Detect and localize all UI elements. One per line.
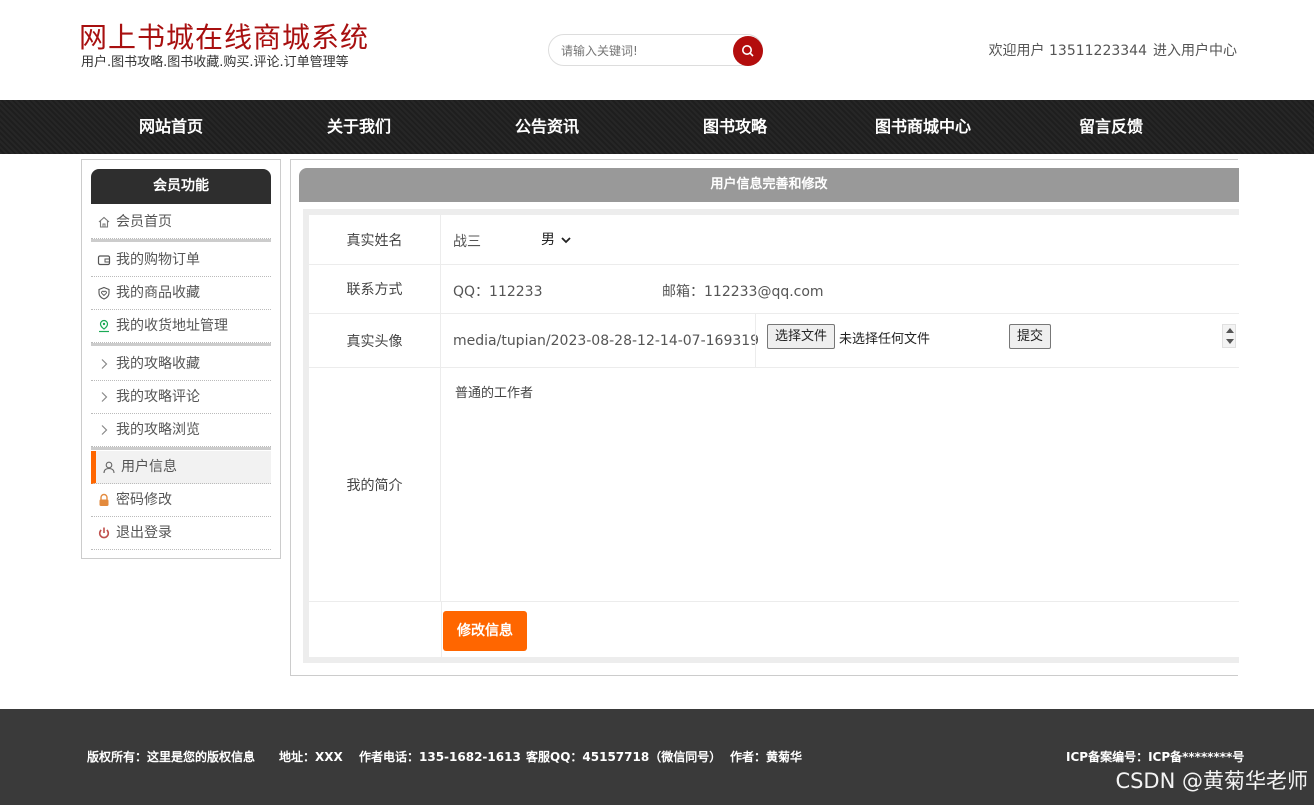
footer-qq: 客服QQ：45157718（微信同号） <box>526 750 722 764</box>
cell-divider <box>441 602 442 657</box>
welcome-text: 欢迎用户 13511223344 <box>988 43 1147 59</box>
site-subtitle: 用户.图书攻略.图书收藏.购买.评论.订单管理等 <box>81 55 349 70</box>
bio-textarea[interactable]: 普通的工作者 <box>455 382 533 401</box>
nav-feedback[interactable]: 留言反馈 <box>1017 100 1205 154</box>
real-name-label: 真实姓名 <box>309 215 441 264</box>
form-title: 用户信息完善和修改 <box>299 168 1239 202</box>
footer-phone: 作者电话：135-1682-1613 <box>359 750 521 764</box>
user-center-link[interactable]: 进入用户中心 <box>1153 43 1237 59</box>
form-body: 真实姓名 战三 男 联系方式 QQ：112233 邮箱：112233@qq.co… <box>309 215 1239 657</box>
bio-label: 我的简介 <box>309 368 441 601</box>
sidebar-item-guide-history[interactable]: 我的攻略浏览 <box>91 414 271 447</box>
spinner-control[interactable] <box>1222 324 1236 348</box>
contact-label: 联系方式 <box>309 265 441 313</box>
shield-heart-icon <box>98 286 110 300</box>
row-contact: 联系方式 QQ：112233 邮箱：112233@qq.com <box>309 265 1239 314</box>
sidebar-item-member-home[interactable]: 会员首页 <box>91 206 271 239</box>
sidebar-divider <box>91 447 271 450</box>
sidebar-item-label: 我的攻略收藏 <box>116 356 200 372</box>
user-icon <box>103 461 115 474</box>
cell-divider <box>755 314 756 367</box>
nav-guides[interactable]: 图书攻略 <box>641 100 829 154</box>
sidebar-item-label: 我的攻略浏览 <box>116 422 200 438</box>
sidebar-title: 会员功能 <box>91 169 271 204</box>
sidebar-item-orders[interactable]: 我的购物订单 <box>91 244 271 277</box>
save-info-button[interactable]: 修改信息 <box>443 611 527 651</box>
power-icon <box>98 527 110 539</box>
sidebar-item-label: 密码修改 <box>116 492 172 508</box>
chevron-right-icon <box>101 392 108 402</box>
upload-submit-button[interactable]: 提交 <box>1009 324 1052 349</box>
site-header: 网上书城在线商城系统 用户.图书攻略.图书收藏.购买.评论.订单管理等 欢迎用户… <box>0 0 1314 100</box>
sidebar-item-address[interactable]: 我的收货地址管理 <box>91 310 271 343</box>
row-avatar: 真实头像 media/tupian/2023-08-28-12-14-07-16… <box>309 314 1239 368</box>
sidebar-item-guide-favorites[interactable]: 我的攻略收藏 <box>91 348 271 381</box>
nav-about[interactable]: 关于我们 <box>265 100 453 154</box>
gender-value: 男 <box>541 232 555 248</box>
chevron-down-icon <box>561 237 572 244</box>
lock-icon <box>99 493 109 506</box>
sidebar-item-label: 会员首页 <box>116 214 172 230</box>
nav-shop[interactable]: 图书商城中心 <box>829 100 1017 154</box>
sidebar-item-label: 我的购物订单 <box>116 252 200 268</box>
spin-up-icon <box>1226 328 1234 333</box>
sidebar-item-label: 我的攻略评论 <box>116 389 200 405</box>
sidebar-item-label: 我的收货地址管理 <box>116 318 228 334</box>
footer-address: 地址：XXX <box>279 750 343 764</box>
search-icon <box>742 45 754 57</box>
avatar-label: 真实头像 <box>309 314 441 367</box>
no-file-text: 未选择任何文件 <box>839 332 931 347</box>
sidebar-item-user-info[interactable]: 用户信息 <box>91 451 271 484</box>
site-footer: 版权所有：这里是您的版权信息 地址：XXX 作者电话：135-1682-1613… <box>0 709 1314 805</box>
csdn-watermark: CSDN @黄菊华老师 <box>1115 769 1308 793</box>
footer-icp: ICP备案编号：ICP备********号 <box>1066 750 1245 764</box>
search-button[interactable] <box>733 36 763 66</box>
sidebar-divider <box>91 239 271 242</box>
avatar-path-field[interactable]: media/tupian/2023-08-28-12-14-07-169319 <box>453 333 759 349</box>
qq-field[interactable]: QQ：112233 <box>453 281 542 301</box>
chevron-right-icon <box>101 425 108 435</box>
welcome-area: 欢迎用户 13511223344 进入用户中心 <box>983 42 1237 60</box>
main-nav: 网站首页 关于我们 公告资讯 图书攻略 图书商城中心 留言反馈 <box>0 100 1314 154</box>
search-input[interactable] <box>561 42 721 60</box>
footer-copyright: 版权所有：这里是您的版权信息 <box>87 750 256 764</box>
wallet-icon <box>97 255 111 266</box>
sidebar-divider <box>91 343 271 346</box>
main-content: 用户信息完善和修改 真实姓名 战三 男 联系方式 QQ：112233 邮箱：11… <box>290 159 1239 676</box>
nav-news[interactable]: 公告资讯 <box>453 100 641 154</box>
nav-home[interactable]: 网站首页 <box>77 100 265 154</box>
sidebar-item-label: 退出登录 <box>116 525 172 541</box>
sidebar-item-label: 我的商品收藏 <box>116 285 200 301</box>
email-field[interactable]: 邮箱：112233@qq.com <box>662 281 824 301</box>
sidebar-item-logout[interactable]: 退出登录 <box>91 517 271 550</box>
user-info-form: 真实姓名 战三 男 联系方式 QQ：112233 邮箱：112233@qq.co… <box>303 209 1239 663</box>
site-title[interactable]: 网上书城在线商城系统 <box>79 20 369 56</box>
sidebar-item-guide-comments[interactable]: 我的攻略评论 <box>91 381 271 414</box>
footer-author: 作者：黄菊华 <box>730 750 803 764</box>
gender-select[interactable]: 男 <box>541 229 572 249</box>
row-bio: 我的简介 普通的工作者 <box>309 368 1239 602</box>
spin-down-icon <box>1226 339 1234 344</box>
chevron-right-icon <box>101 359 108 369</box>
location-icon <box>99 319 109 333</box>
home-icon <box>98 216 110 228</box>
member-sidebar: 会员功能 会员首页 我的购物订单 我的商品收藏 我的收货地址管理 我的攻略收藏 … <box>81 159 281 559</box>
sidebar-item-password[interactable]: 密码修改 <box>91 484 271 517</box>
search-box <box>548 34 763 66</box>
choose-file-button[interactable]: 选择文件 <box>767 324 836 349</box>
sidebar-item-favorites[interactable]: 我的商品收藏 <box>91 277 271 310</box>
real-name-field[interactable]: 战三 <box>453 231 481 251</box>
sidebar-item-label: 用户信息 <box>121 459 177 475</box>
row-real-name: 真实姓名 战三 男 <box>309 215 1239 265</box>
